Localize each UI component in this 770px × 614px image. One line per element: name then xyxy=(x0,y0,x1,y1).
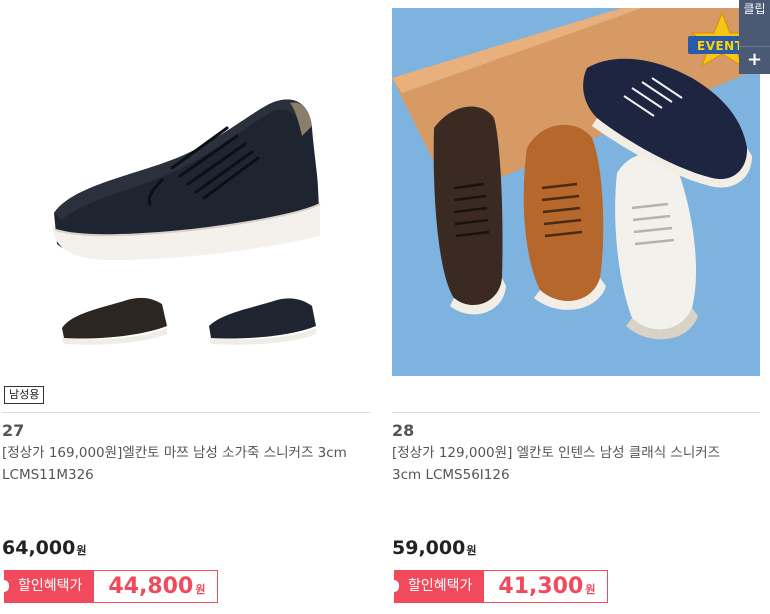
discount-price: 41,300 xyxy=(498,574,584,599)
discount-label: 할인혜택가 xyxy=(4,570,95,603)
price-unit: 원 xyxy=(466,544,477,557)
product-image[interactable]: EVENT xyxy=(392,8,760,376)
product-card-28[interactable]: EVENT 28 [정상가 129,000원] 엘칸토 인텐스 남성 클래식 스… xyxy=(392,8,762,614)
product-rank: 28 xyxy=(392,421,415,440)
discount-price-box: 할인혜택가 41,300 원 xyxy=(394,570,609,603)
product-tag: 남성용 xyxy=(4,386,45,404)
price-value: 59,000 xyxy=(392,537,466,559)
discount-value-box: 44,800 원 xyxy=(94,570,219,603)
discount-value-box: 41,300 원 xyxy=(484,570,609,603)
product-price: 64,000원 xyxy=(2,537,86,559)
product-title[interactable]: [정상가 129,000원] 엘칸토 인텐스 남성 클래식 스니커즈 3cm L… xyxy=(392,442,737,486)
plus-button[interactable]: + xyxy=(739,46,770,74)
divider xyxy=(2,412,370,413)
sneakers-photo-illustration xyxy=(392,8,760,376)
product-image[interactable] xyxy=(2,8,370,376)
divider xyxy=(392,412,760,413)
price-unit: 원 xyxy=(76,544,87,557)
product-title[interactable]: [정상가 169,000원]엘칸토 마쯔 남성 소가죽 스니커즈 3cm LCM… xyxy=(2,442,347,486)
product-price: 59,000원 xyxy=(392,537,476,559)
discount-price-box: 할인혜택가 44,800 원 xyxy=(4,570,219,603)
discount-label: 할인혜택가 xyxy=(394,570,485,603)
clip-button[interactable]: 클립 xyxy=(739,0,770,44)
product-rank: 27 xyxy=(2,421,25,440)
price-value: 64,000 xyxy=(2,537,76,559)
discount-price: 44,800 xyxy=(108,574,194,599)
product-grid: 남성용 27 [정상가 169,000원]엘칸토 마쯔 남성 소가죽 스니커즈 … xyxy=(0,0,770,614)
discount-unit: 원 xyxy=(585,583,596,596)
product-card-27[interactable]: 남성용 27 [정상가 169,000원]엘칸토 마쯔 남성 소가죽 스니커즈 … xyxy=(2,8,372,614)
discount-unit: 원 xyxy=(195,583,206,596)
sneaker-illustration xyxy=(52,99,321,345)
side-quick-panel: 클립 + xyxy=(739,0,770,74)
